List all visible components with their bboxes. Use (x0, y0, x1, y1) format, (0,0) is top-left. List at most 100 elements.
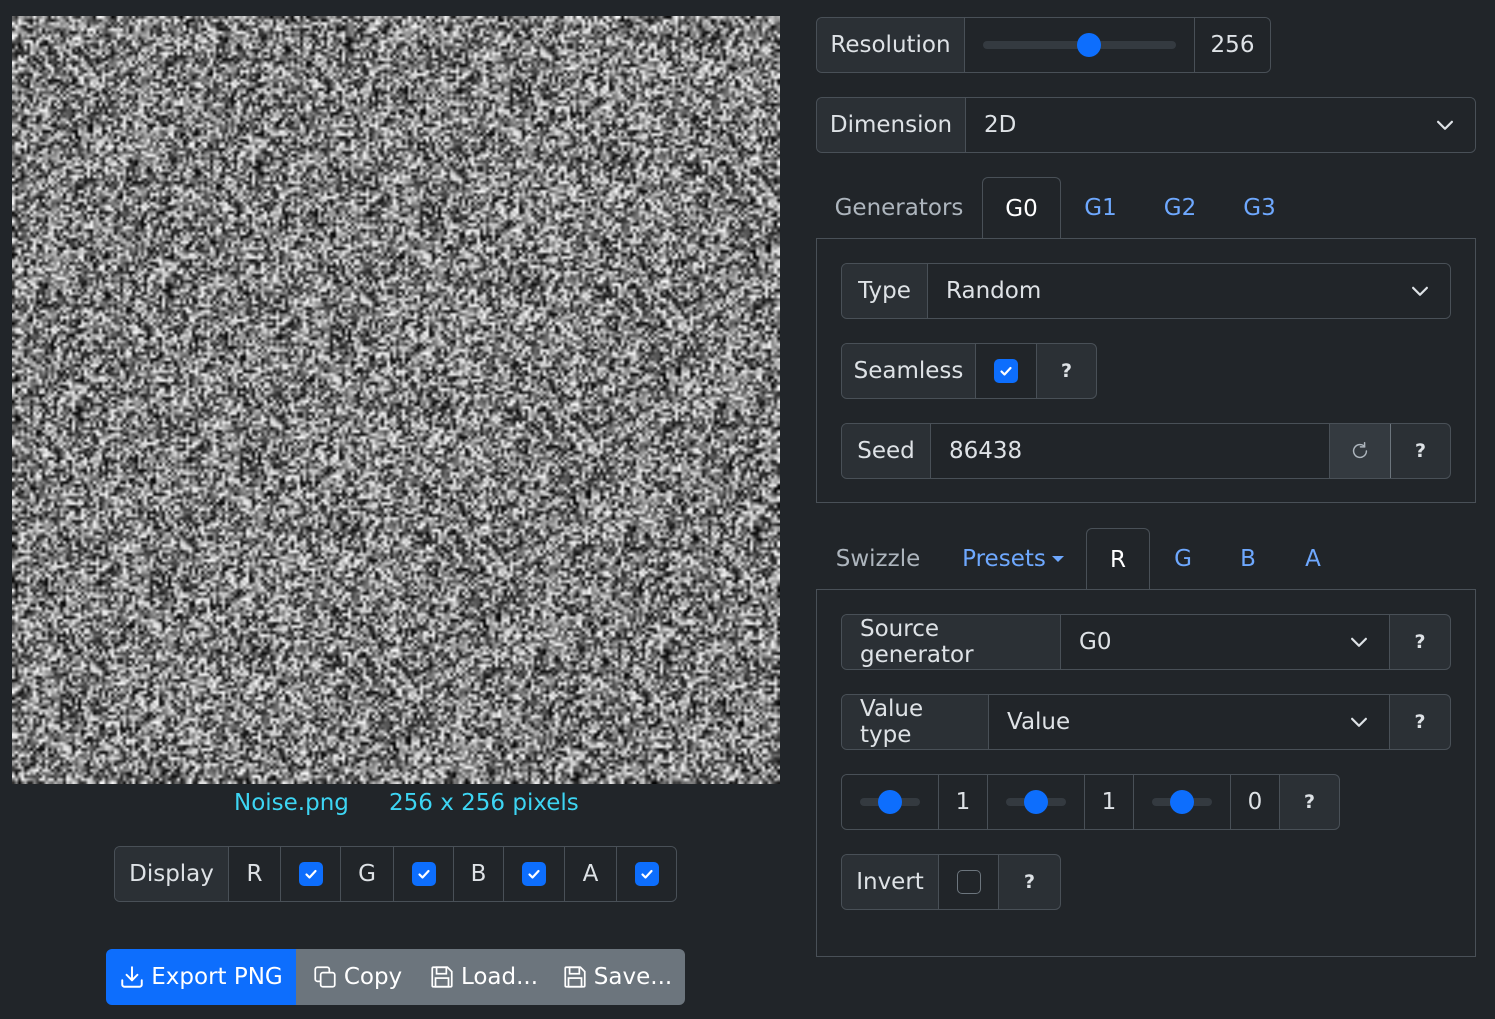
refresh-icon (1352, 442, 1368, 459)
presets-label: Presets (962, 546, 1046, 572)
source-generator-value: G0 (1079, 629, 1112, 655)
type-select[interactable]: Random (928, 264, 1450, 318)
display-g-checkbox[interactable] (394, 847, 454, 901)
tab-g1[interactable]: G1 (1061, 177, 1140, 239)
slider-track (1152, 790, 1212, 814)
slider-track (1006, 790, 1066, 814)
dimension-select-value: 2D (984, 112, 1017, 138)
action-button-bar: Export PNG Copy Load... Save... (106, 949, 685, 1005)
seed-group: Seed 86438 ? (841, 423, 1451, 479)
export-png-label: Export PNG (151, 964, 283, 990)
noise-preview-image (12, 16, 780, 784)
seamless-label: Seamless (842, 344, 976, 398)
floppy-disk-icon (431, 966, 453, 988)
slider-thumb[interactable] (878, 790, 902, 814)
tab-g3[interactable]: G3 (1220, 177, 1299, 239)
presets-dropdown[interactable]: Presets (940, 528, 1086, 590)
resolution-slider-track (983, 33, 1176, 57)
tab-swizzle-r[interactable]: R (1086, 528, 1150, 590)
load-label: Load... (460, 964, 539, 990)
slider-track (860, 790, 920, 814)
display-channel-b-label: B (454, 847, 504, 901)
invert-help-button[interactable]: ? (999, 855, 1060, 909)
export-png-button[interactable]: Export PNG (106, 949, 296, 1005)
display-b-checkbox[interactable] (504, 847, 565, 901)
swizzle-slider-3[interactable] (1134, 775, 1231, 829)
swizzle-slider-group: 1 1 0 ? (841, 774, 1340, 830)
resolution-value: 256 (1195, 18, 1270, 72)
display-label: Display (115, 847, 229, 901)
chevron-down-icon (1437, 120, 1453, 130)
generator-panel: Type Random Seamless ? Seed 86438 ? (816, 238, 1476, 503)
caret-down-icon (1051, 556, 1064, 562)
source-generator-help-button[interactable]: ? (1390, 615, 1450, 669)
checkmark-icon (634, 862, 659, 886)
dimension-group: Dimension 2D (816, 97, 1476, 153)
chevron-down-icon (1412, 286, 1428, 296)
display-channel-group: Display R G B A (114, 846, 677, 902)
save-label: Save... (593, 964, 673, 990)
display-a-checkbox[interactable] (617, 847, 676, 901)
invert-checkbox[interactable] (939, 855, 999, 909)
chevron-down-icon (1351, 717, 1367, 727)
swizzle-slider-2-value: 1 (1085, 775, 1134, 829)
value-type-value: Value (1007, 709, 1071, 735)
seamless-help-button[interactable]: ? (1037, 344, 1096, 398)
value-type-select[interactable]: Value (989, 695, 1390, 749)
tab-g2[interactable]: G2 (1140, 177, 1220, 239)
display-channel-g-label: G (341, 847, 394, 901)
swizzle-panel: Source generator G0 ? Value type Value ?… (816, 589, 1476, 957)
resolution-group: Resolution 256 (816, 17, 1271, 73)
tab-swizzle-a[interactable]: A (1280, 528, 1346, 590)
slider-thumb[interactable] (1024, 790, 1048, 814)
floppy-disk-icon (564, 966, 586, 988)
checkbox-unchecked-icon (956, 870, 981, 894)
type-label: Type (842, 264, 928, 318)
checkmark-icon (522, 862, 546, 886)
display-r-checkbox[interactable] (281, 847, 341, 901)
display-channel-r-label: R (229, 847, 281, 901)
checkmark-icon (298, 862, 323, 886)
display-channel-a-label: A (565, 847, 617, 901)
swizzle-tabbar: Swizzle Presets R G B A (816, 528, 1346, 590)
seamless-checkbox[interactable] (976, 344, 1037, 398)
dimension-label: Dimension (817, 98, 966, 152)
swizzle-slider-2[interactable] (988, 775, 1085, 829)
save-button[interactable]: Save... (549, 949, 685, 1005)
invert-group: Invert ? (841, 854, 1061, 910)
source-generator-label: Source generator (842, 615, 1061, 669)
checkmark-icon (411, 862, 436, 886)
swizzle-heading: Swizzle (835, 546, 921, 572)
slider-thumb[interactable] (1170, 790, 1194, 814)
tab-g0[interactable]: G0 (982, 177, 1061, 239)
type-group: Type Random (841, 263, 1451, 319)
generators-heading: Generators (834, 195, 964, 221)
value-type-help-button[interactable]: ? (1390, 695, 1450, 749)
preview-filename: Noise.png (234, 790, 349, 816)
seed-label: Seed (842, 424, 931, 478)
copy-label: Copy (343, 964, 403, 990)
reseed-button[interactable] (1330, 424, 1391, 478)
preview-size: 256 x 256 pixels (389, 790, 579, 816)
value-type-group: Value type Value ? (841, 694, 1451, 750)
swizzle-slider-1[interactable] (842, 775, 939, 829)
swizzle-slider-1-value: 1 (939, 775, 988, 829)
seed-help-button[interactable]: ? (1391, 424, 1450, 478)
resolution-slider[interactable] (965, 18, 1195, 72)
copy-button[interactable]: Copy (296, 949, 418, 1005)
checkmark-icon (994, 359, 1018, 383)
source-generator-select[interactable]: G0 (1061, 615, 1390, 669)
download-icon (121, 966, 143, 988)
type-select-value: Random (946, 278, 1042, 304)
resolution-slider-thumb[interactable] (1077, 33, 1102, 57)
chevron-down-icon (1351, 637, 1367, 647)
load-button[interactable]: Load... (418, 949, 549, 1005)
generators-tabbar: Generators G0 G1 G2 G3 (816, 177, 1299, 239)
swizzle-slider-3-value: 0 (1231, 775, 1280, 829)
dimension-select[interactable]: 2D (966, 98, 1475, 152)
seamless-group: Seamless ? (841, 343, 1097, 399)
swizzle-slider-help-button[interactable]: ? (1280, 775, 1339, 829)
tab-swizzle-b[interactable]: B (1216, 528, 1280, 590)
seed-input[interactable]: 86438 (931, 424, 1330, 478)
tab-swizzle-g[interactable]: G (1150, 528, 1216, 590)
